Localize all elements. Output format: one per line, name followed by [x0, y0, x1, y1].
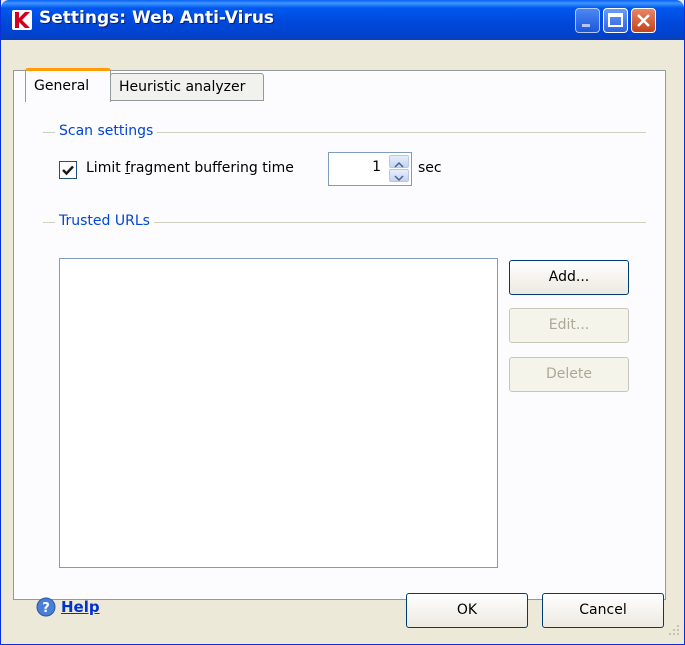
limit-buffering-checkbox[interactable] — [59, 161, 77, 179]
help-link[interactable]: Help — [61, 598, 100, 616]
scan-settings-heading: Scan settings — [55, 123, 158, 139]
cancel-button[interactable]: Cancel — [542, 593, 664, 628]
add-button[interactable]: Add... — [509, 260, 629, 295]
title-bar[interactable]: Settings: Web Anti-Virus — [1, 0, 684, 40]
buffering-time-unit: sec — [418, 160, 442, 176]
kaspersky-logo-icon — [12, 10, 32, 30]
svg-text:?: ? — [42, 601, 50, 616]
resize-grip-icon[interactable] — [668, 622, 680, 640]
delete-button[interactable]: Delete — [509, 357, 629, 392]
help-icon[interactable]: ? — [36, 597, 56, 621]
maximize-button[interactable] — [603, 8, 628, 33]
tab-heuristic-analyzer[interactable]: Heuristic analyzer — [110, 73, 264, 101]
ok-button[interactable]: OK — [406, 593, 528, 628]
edit-button[interactable]: Edit... — [509, 308, 629, 343]
limit-buffering-label: Limit fragment buffering time — [86, 160, 294, 176]
close-button[interactable] — [631, 8, 656, 33]
spinner-up-button[interactable] — [389, 155, 409, 168]
checkmark-icon — [62, 165, 74, 176]
tab-general[interactable]: General — [25, 68, 111, 102]
window-title: Settings: Web Anti-Virus — [39, 8, 275, 28]
trusted-urls-heading: Trusted URLs — [55, 213, 154, 229]
settings-window: Settings: Web Anti-Virus General Heurist… — [0, 0, 685, 645]
minimize-button[interactable] — [575, 8, 600, 33]
buffering-time-value[interactable]: 1 — [329, 159, 381, 175]
spinner-down-button[interactable] — [389, 169, 409, 182]
trusted-urls-list[interactable] — [59, 258, 498, 568]
buffering-time-spinner[interactable]: 1 — [328, 152, 412, 186]
